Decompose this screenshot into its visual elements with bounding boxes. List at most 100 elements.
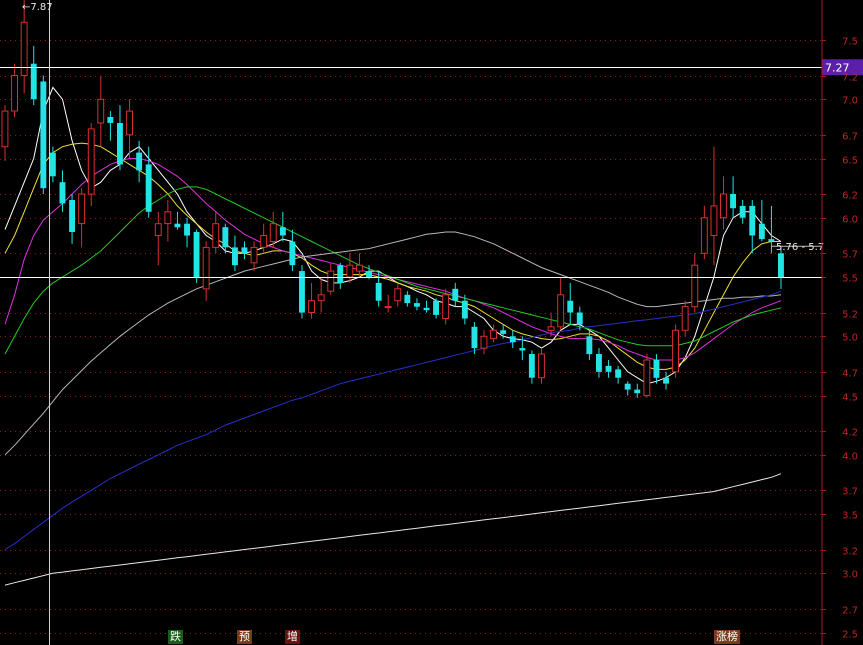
candle-down: [337, 265, 344, 283]
tick-label: 6.7: [842, 132, 858, 143]
candle-up: [164, 211, 172, 225]
candle-down: [739, 205, 746, 218]
candle-down: [279, 227, 286, 236]
candle-up: [384, 306, 392, 309]
candle-down: [30, 63, 37, 100]
candle-up: [126, 110, 133, 136]
candle-up: [1, 110, 9, 148]
candle-up: [691, 264, 699, 308]
candle-down: [375, 282, 382, 301]
candle-down: [59, 182, 66, 204]
candle-up: [538, 353, 545, 379]
candle-up: [317, 294, 325, 302]
ma-line: [4, 473, 782, 586]
candle-up: [97, 98, 105, 124]
candle-down: [663, 377, 669, 384]
candle-up: [260, 235, 268, 248]
ma-line: [4, 290, 782, 550]
tick-label: 5.5: [842, 274, 858, 285]
candle-up: [547, 326, 555, 331]
candles: [1, 0, 784, 398]
candle-up: [308, 300, 316, 314]
tick-label: 2.7: [842, 606, 858, 617]
candle-down: [519, 348, 526, 351]
candle-down: [615, 369, 622, 378]
candle-up: [11, 75, 19, 112]
candle-down: [289, 241, 296, 266]
candle-down: [107, 117, 114, 123]
candle-down: [174, 223, 181, 228]
candle-up: [202, 246, 210, 290]
marker-label: 涨榜: [714, 630, 740, 644]
candle-up: [700, 217, 708, 254]
marker-label: 预: [237, 630, 252, 644]
candle-down: [193, 232, 200, 277]
cursor-label: 5.76 - 5.7: [776, 242, 824, 253]
candle-down: [49, 152, 56, 177]
candle-down: [500, 330, 507, 334]
candle-down: [40, 81, 47, 189]
candle-down: [528, 354, 535, 378]
candle-down: [509, 336, 516, 343]
candle-up: [212, 223, 220, 248]
candle-up: [442, 294, 450, 319]
ma-line: [4, 231, 782, 456]
candle-down: [222, 227, 229, 248]
candle-down: [117, 123, 123, 165]
candle-down: [730, 194, 736, 209]
candle-down: [576, 312, 583, 325]
candle-up: [250, 246, 258, 264]
candle-down: [634, 389, 641, 394]
tick-label: 4.5: [842, 393, 858, 404]
candle-up: [269, 223, 277, 242]
candle-down: [452, 288, 459, 301]
tick-label: 4.7: [842, 369, 858, 380]
candle-up: [672, 329, 679, 373]
candle-up: [346, 264, 354, 278]
marker-label: 跌: [168, 630, 183, 644]
candle-up: [78, 193, 86, 225]
candle-down: [241, 247, 248, 254]
candle-down: [624, 383, 631, 390]
candle-up: [557, 294, 565, 328]
candle-down: [749, 205, 756, 236]
candle-down: [605, 365, 612, 372]
candle-down: [471, 326, 478, 349]
tick-label: 7.0: [842, 96, 858, 107]
candle-up: [327, 270, 335, 292]
candle-down: [758, 223, 765, 240]
candle-down: [232, 247, 238, 266]
candle-down: [414, 303, 420, 307]
marker-label: 增: [285, 630, 300, 644]
tick-label: 4.2: [842, 428, 858, 439]
candle-up: [490, 329, 498, 340]
price-axis: 7.5 7.2 7.0 6.7 6.5 6.2 6.0 5.7 5.5 5.2 5.0 4.7 4.5 4…: [821, 0, 858, 645]
tick-label: 7.5: [842, 37, 858, 48]
candlestick-chart[interactable]: 7.27←7.875.76 - 5.7 7.57.27.06.76.56.26.…: [0, 0, 863, 645]
tick-label: 5.2: [842, 310, 858, 321]
candle-up: [154, 223, 162, 237]
candle-up: [710, 205, 718, 236]
candle-up: [480, 335, 488, 349]
candle-down: [567, 300, 574, 313]
candle-down: [366, 271, 372, 277]
candle-down: [653, 360, 660, 378]
high-label: ←7.87: [22, 2, 53, 13]
candle-up: [356, 264, 363, 272]
candle-down: [586, 336, 593, 355]
tick-label: 4.0: [842, 452, 858, 463]
candle-down: [136, 152, 143, 171]
price-grid: [0, 40, 822, 634]
tick-label: 2.5: [842, 630, 858, 641]
candle-up: [643, 359, 651, 396]
candle-up: [87, 128, 95, 195]
candle-up: [681, 306, 689, 331]
ma-line: [4, 186, 782, 355]
tick-label: 6.2: [842, 191, 858, 202]
candle-down: [184, 223, 190, 236]
tick-label: 5.0: [842, 333, 858, 344]
candle-down: [145, 164, 152, 212]
candle-up: [720, 193, 727, 219]
candle-up: [394, 288, 402, 302]
tick-label: 3.5: [842, 511, 858, 522]
